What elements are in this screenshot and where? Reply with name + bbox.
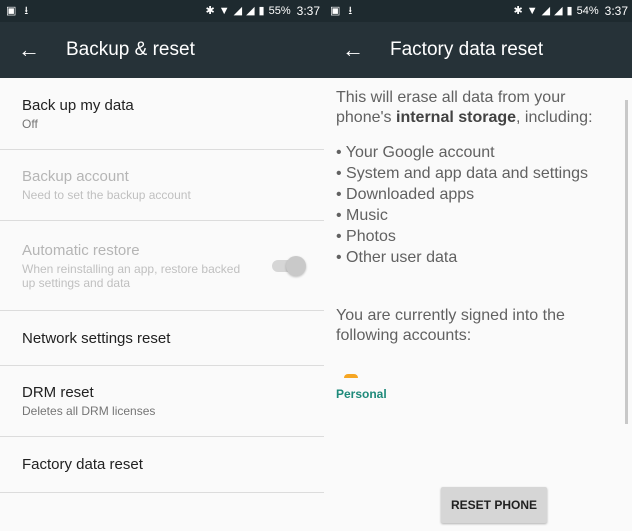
- automatic-restore-toggle[interactable]: [270, 255, 306, 276]
- list-item: Music: [336, 205, 618, 226]
- app-bar: ← Backup & reset: [0, 22, 324, 78]
- item-summary: Need to set the backup account: [22, 188, 191, 202]
- signal-2-icon: ◢: [246, 4, 255, 17]
- item-summary: When reinstalling an app, restore backed…: [22, 261, 241, 290]
- backup-reset-screen: ▣ ⭳ ✱ ▼ ◢ ◢ ▮ 55% 3:37 ← Backup & reset …: [0, 0, 324, 531]
- factory-data-reset-screen: ▣ ⭳ ✱ ▼ ◢ ◢ ▮ 54% 3:37 ← Factory data re…: [324, 0, 632, 531]
- status-bar: ▣ ⭳ ✱ ▼ ◢ ◢ ▮ 55% 3:37: [0, 0, 324, 22]
- clock: 3:37: [604, 4, 628, 18]
- signal-icon: ◢: [541, 4, 551, 17]
- list-item: Other user data: [336, 247, 618, 268]
- back-arrow-icon[interactable]: ←: [342, 39, 368, 61]
- back-up-my-data-item[interactable]: Back up my data Off: [0, 78, 324, 150]
- settings-list: Back up my data Off Backup account Need …: [0, 78, 324, 493]
- battery-percent: 54%: [576, 5, 599, 17]
- list-item: Your Google account: [336, 142, 618, 163]
- download-icon: ⭳: [348, 4, 353, 17]
- page-title: Factory data reset: [390, 39, 544, 60]
- item-title: Automatic restore: [22, 241, 140, 259]
- clock: 3:37: [296, 4, 320, 18]
- battery-icon: ▮: [566, 4, 573, 17]
- signed-in-text: You are currently signed into the follow…: [336, 307, 565, 344]
- item-title: Back up my data: [22, 96, 134, 114]
- backup-account-item: Backup account Need to set the backup ac…: [0, 150, 324, 221]
- item-title: Network settings reset: [22, 329, 171, 347]
- item-title: Factory data reset: [22, 456, 143, 473]
- page-title: Backup & reset: [66, 39, 195, 60]
- automatic-restore-item: Automatic restore When reinstalling an a…: [0, 221, 324, 311]
- factory-data-reset-item[interactable]: Factory data reset: [0, 437, 324, 493]
- item-title: DRM reset: [22, 384, 94, 401]
- image-icon: ▣: [6, 4, 17, 17]
- download-icon: ⭳: [24, 4, 29, 17]
- intro-text: This will erase all data from your phone…: [336, 89, 593, 126]
- list-item: Downloaded apps: [336, 184, 618, 205]
- app-bar: ← Factory data reset: [324, 22, 632, 78]
- image-icon: ▣: [330, 4, 341, 17]
- wifi-icon: ▼: [526, 4, 538, 17]
- bluetooth-icon: ✱: [513, 4, 523, 17]
- avatar: [344, 374, 358, 378]
- item-title: Backup account: [22, 168, 129, 185]
- list-item: System and app data and settings: [336, 163, 618, 184]
- status-bar: ▣ ⭳ ✱ ▼ ◢ ◢ ▮ 54% 3:37: [324, 0, 632, 22]
- reset-description: This will erase all data from your phone…: [324, 78, 632, 404]
- drm-reset-item[interactable]: DRM reset Deletes all DRM licenses: [0, 366, 324, 437]
- signal-icon: ◢: [233, 4, 243, 17]
- battery-percent: 55%: [268, 5, 291, 17]
- battery-icon: ▮: [258, 4, 265, 17]
- back-arrow-icon[interactable]: ←: [18, 39, 44, 61]
- reset-phone-button[interactable]: RESET PHONE: [441, 487, 547, 523]
- item-summary: Deletes all DRM licenses: [22, 404, 156, 418]
- scrollbar[interactable]: [625, 100, 628, 424]
- wifi-icon: ▼: [218, 4, 230, 17]
- bluetooth-icon: ✱: [205, 4, 215, 17]
- screens: ▣ ⭳ ✱ ▼ ◢ ◢ ▮ 55% 3:37 ← Backup & reset …: [0, 0, 632, 531]
- erase-list: Your Google account System and app data …: [336, 142, 618, 268]
- signal-2-icon: ◢: [554, 4, 563, 17]
- account-label: Personal: [336, 387, 387, 401]
- list-item: Photos: [336, 226, 618, 247]
- network-settings-reset-item[interactable]: Network settings reset: [0, 311, 324, 366]
- item-summary: Off: [22, 116, 38, 131]
